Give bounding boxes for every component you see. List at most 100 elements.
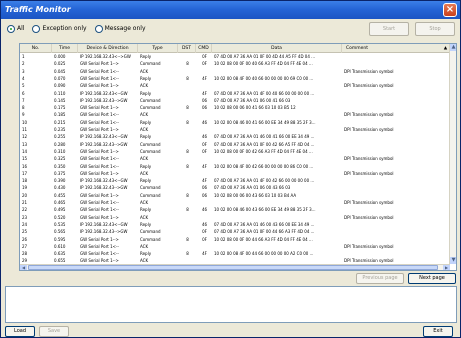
- table-row[interactable]: 28 0.635 GW Serial Port 1<-- Reply 8 4F 10 02 …: [20, 250, 450, 257]
- header-col-dst[interactable]: DST: [178, 44, 196, 53]
- cell-comment: [344, 236, 449, 243]
- cell-cmd: 4F: [202, 251, 207, 257]
- table-row[interactable]: 25 0.565 IP 192.168.32.43-->GW Command 0F 07 …: [20, 228, 450, 235]
- cell-comment: DPI Transmission symbol: [344, 127, 394, 132]
- cell-type: Reply: [140, 207, 152, 213]
- table-row[interactable]: 22 0.495 GW Serial Port 1<-- Reply 8 46 10 02 …: [20, 206, 450, 213]
- cell-comment: [344, 192, 449, 199]
- cell-device: GW Serial Port 1<--: [80, 251, 119, 257]
- filter-all-radio[interactable]: All: [7, 24, 24, 34]
- table-row[interactable]: 2 0.025 GW Serial Port 1--> Command 8 0F 10 02…: [20, 60, 450, 67]
- table-row[interactable]: 26 0.595 GW Serial Port 1--> Command 8 0F 10 0…: [20, 236, 450, 243]
- next-page-button[interactable]: Next page: [408, 273, 456, 284]
- cell-type: ACK: [140, 112, 149, 118]
- table-row[interactable]: 17 0.375 GW Serial Port 1--> ACK DPI Transmi…: [20, 170, 450, 177]
- cell-dst: 8: [186, 119, 189, 125]
- table-row[interactable]: 16 0.350 GW Serial Port 1<-- Reply 8 4F 10 02 …: [20, 163, 450, 170]
- cell-device: GW Serial Port 1<--: [80, 243, 119, 249]
- cell-data: 10 02 08 00 06 00 43 66 03 10 03 B4 AA: [214, 192, 297, 198]
- cell-no: 12: [22, 134, 28, 140]
- table-row[interactable]: 12 0.255 IP 192.168.32.43<--GW Reply 46 07 4D…: [20, 133, 450, 140]
- table-row[interactable]: 23 0.520 GW Serial Port 1--> ACK DPI Transmi…: [20, 214, 450, 221]
- table-row[interactable]: 9 0.185 GW Serial Port 1<-- ACK DPI Transmis…: [20, 111, 450, 118]
- cell-dst: [180, 126, 195, 133]
- cell-no: 3: [22, 68, 25, 74]
- cell-comment: [344, 184, 449, 191]
- scroll-down-icon[interactable]: ▼: [450, 257, 456, 264]
- filter-exception-radio[interactable]: Exception only: [32, 24, 87, 34]
- cell-cmd: 0F: [202, 236, 207, 242]
- table-row[interactable]: 10 0.215 GW Serial Port 1<-- Reply 8 46 10 02 …: [20, 119, 450, 126]
- cell-cmd: 46: [201, 119, 208, 125]
- cell-type: Reply: [140, 90, 152, 96]
- table-row[interactable]: 20 0.455 GW Serial Port 1--> Command 8 06 10 0…: [20, 192, 450, 199]
- toolbar: All Exception only Message only Start St…: [1, 19, 460, 41]
- scroll-right-icon[interactable]: ▶: [443, 265, 450, 270]
- table-row[interactable]: 24 0.535 IP 192.168.32.43<--GW Reply 46 07 4D…: [20, 221, 450, 228]
- table-row[interactable]: 11 0.235 GW Serial Port 1--> ACK DPI Transmi…: [20, 126, 450, 133]
- cell-comment: [344, 221, 449, 228]
- table-row[interactable]: 1 0.000 IP 192.168.32.43<-->GW Reply 0F 07 4D…: [20, 53, 450, 60]
- table-row[interactable]: 13 0.280 IP 192.168.32.43-->GW Command 0F 07 …: [20, 141, 450, 148]
- table-row[interactable]: 15 0.325 GW Serial Port 1<-- ACK DPI Transmi…: [20, 155, 450, 162]
- cell-time: 0.390: [54, 178, 66, 184]
- exit-button[interactable]: Exit: [423, 326, 453, 337]
- table-row[interactable]: 7 0.145 IP 192.168.32.43-->GW Command 06 07 4…: [20, 97, 450, 104]
- header-col-time[interactable]: Time: [52, 44, 78, 53]
- cell-data: 07 4D 00 A7 36 AA 01 4F 00 42 66 00 00 0…: [214, 178, 315, 184]
- cell-cmd: 06: [201, 97, 208, 103]
- table-row[interactable]: 19 0.430 IP 192.168.32.43-->GW Command 06 07 …: [20, 184, 450, 191]
- save-button[interactable]: Save: [39, 326, 69, 337]
- table-row[interactable]: 8 0.175 GW Serial Port 1--> Command 8 06 10 02…: [20, 104, 450, 111]
- cell-device: GW Serial Port 1<--: [80, 200, 119, 205]
- vertical-scrollbar[interactable]: ▲ ▼: [449, 44, 456, 264]
- cell-data: 10 02 00 08 46 00 41 66 00 EE 34 49 88 3…: [214, 119, 316, 125]
- cell-comment: [344, 177, 449, 184]
- cell-time: 0.255: [54, 134, 66, 140]
- table-row[interactable]: 21 0.465 GW Serial Port 1<-- ACK DPI Transmi…: [20, 199, 450, 206]
- header-col-type[interactable]: Type: [138, 44, 178, 53]
- cell-data: [214, 214, 341, 221]
- cell-cmd: [198, 199, 211, 206]
- header-col-comment[interactable]: Comment: [342, 44, 450, 53]
- cell-cmd: [198, 68, 211, 75]
- header-col-no[interactable]: No.: [20, 44, 52, 53]
- cell-no: 17: [22, 170, 28, 176]
- cell-no: 25: [22, 229, 28, 235]
- cell-cmd: [198, 243, 211, 250]
- title-bar[interactable]: Traffic Monitor ×: [1, 1, 460, 19]
- cell-device: GW Serial Port 1<--: [80, 68, 119, 74]
- stop-button[interactable]: Stop: [415, 22, 455, 36]
- horizontal-scroll-thumb[interactable]: [28, 265, 438, 270]
- scroll-left-icon[interactable]: ◀: [20, 265, 27, 270]
- table-row[interactable]: 5 0.090 GW Serial Port 1--> ACK DPI Transmis…: [20, 82, 450, 89]
- table-row[interactable]: 18 0.390 IP 192.168.32.43<--GW Reply 4F 07 4D…: [20, 177, 450, 184]
- cell-cmd: 4F: [202, 163, 207, 169]
- detail-panel[interactable]: [5, 286, 457, 323]
- load-button[interactable]: Load: [5, 326, 35, 337]
- table-row[interactable]: 27 0.610 GW Serial Port 1<-- ACK DPI Transmi…: [20, 243, 450, 250]
- table-row[interactable]: 3 0.045 GW Serial Port 1<-- ACK DPI Transmis…: [20, 68, 450, 75]
- cell-data: 10 02 00 08 4F 00 44 66 00 00 00 00 A2 C…: [214, 251, 314, 257]
- radio-empty-icon: [32, 25, 41, 33]
- table-row[interactable]: 14 0.310 GW Serial Port 1--> Command 8 0F 10 0…: [20, 148, 450, 155]
- cell-type: ACK: [140, 156, 149, 162]
- header-col-cmd[interactable]: CMD: [196, 44, 212, 53]
- cell-device: GW Serial Port 1-->: [80, 214, 119, 220]
- traffic-table[interactable]: No. Time Device & Direction Type DST CMD Data C…: [19, 43, 457, 271]
- table-row[interactable]: 4 0.070 GW Serial Port 1<-- Reply 8 4F 10 02 0…: [20, 75, 450, 82]
- start-button[interactable]: Start: [369, 22, 409, 36]
- table-row[interactable]: 6 0.110 IP 192.168.32.43<--GW Reply 4F 07 4D …: [20, 90, 450, 97]
- header-col-data[interactable]: Data: [212, 44, 342, 53]
- radio-empty-icon: [94, 25, 103, 33]
- cell-device: IP 192.168.32.43-->GW: [80, 141, 128, 147]
- filter-message-radio[interactable]: Message only: [94, 24, 146, 34]
- cell-dst: [180, 199, 195, 206]
- horizontal-scrollbar[interactable]: ◀ ▶: [20, 264, 450, 270]
- close-button[interactable]: ×: [443, 3, 457, 17]
- cell-data: 07 4D 00 A7 36 AA 01 4F 00 40 66 00 00 0…: [214, 90, 315, 96]
- previous-page-button[interactable]: Previous page: [356, 273, 404, 284]
- cell-type: Reply: [140, 163, 152, 169]
- scroll-up-icon[interactable]: ▲: [450, 44, 456, 51]
- header-col-device[interactable]: Device & Direction: [78, 44, 138, 53]
